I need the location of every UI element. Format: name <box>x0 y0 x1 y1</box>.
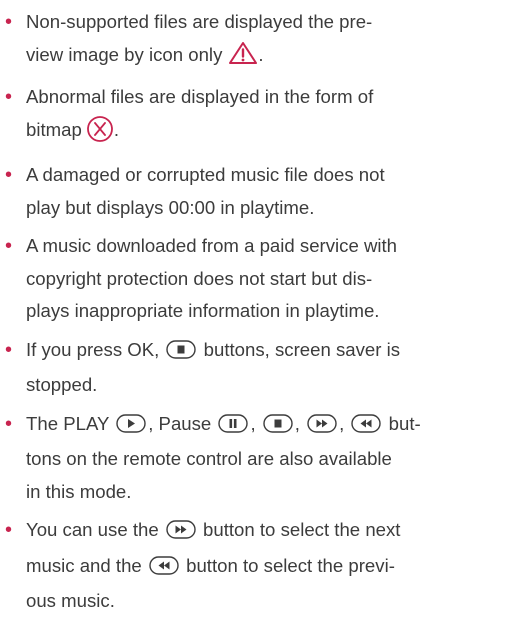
item-text: bitmap <box>26 118 82 140</box>
item-line: If you press OK, buttons, screen saver i… <box>26 334 509 370</box>
item-text: A damaged or corrupted music file does n… <box>26 164 385 185</box>
item-text: You can use the <box>26 519 159 540</box>
item-line: music and the button to select the previ… <box>26 550 509 586</box>
item-text: , <box>250 412 256 434</box>
notes-list: • Non-supported files are displayed the … <box>0 6 509 624</box>
stop-button-icon <box>263 411 293 444</box>
item-text: . <box>258 43 264 65</box>
item-text: , <box>294 412 300 434</box>
list-item: • A damaged or corrupted music file does… <box>0 159 509 224</box>
item-line: in this mode. <box>26 476 509 509</box>
pause-button-icon <box>218 411 249 444</box>
list-item: • The PLAY , Pause , , , but- tons on th… <box>0 408 509 509</box>
warning-triangle-icon <box>228 41 258 76</box>
list-item: • Abnormal files are displayed in the fo… <box>0 81 509 153</box>
bullet: • <box>5 338 13 361</box>
item-text: Non-supported files are displayed the pr… <box>26 11 373 32</box>
bullet: • <box>5 11 13 33</box>
item-text: , Pause <box>148 412 212 434</box>
item-text: view image by icon only <box>26 43 223 65</box>
list-item: • Non-supported files are displayed the … <box>0 6 509 75</box>
rewind-button-icon <box>351 411 382 444</box>
bullet: • <box>5 86 13 108</box>
rewind-button-icon <box>149 553 179 586</box>
item-text: music and the <box>26 554 142 576</box>
list-item: • If you press OK, buttons, screen saver… <box>0 334 509 402</box>
item-text: buttons, screen saver is <box>203 338 401 360</box>
item-line: view image by icon only. <box>26 39 509 76</box>
item-line: Non-supported files are displayed the pr… <box>26 6 509 39</box>
item-line: The PLAY , Pause , , , but- <box>26 408 509 444</box>
item-line: You can use the button to select the nex… <box>26 514 509 550</box>
bullet: • <box>5 519 13 541</box>
item-text: but- <box>388 412 421 434</box>
fast-forward-button-icon <box>307 411 337 444</box>
item-text: copyright protection does not start but … <box>26 267 373 289</box>
bullet: • <box>5 164 13 186</box>
item-line: plays inappropriate information in playt… <box>26 295 509 328</box>
item-text: plays inappropriate information in playt… <box>26 300 380 321</box>
item-text: A music downloaded from a paid service w… <box>26 235 398 256</box>
item-text: play but displays 00:00 in playtime. <box>26 196 315 218</box>
item-line: play but displays 00:00 in playtime. <box>26 192 509 225</box>
item-text: ous music. <box>26 590 115 611</box>
item-line: copyright protection does not start but … <box>26 263 509 296</box>
item-text: stopped. <box>26 374 98 395</box>
list-item: • A music downloaded from a paid service… <box>0 230 509 328</box>
item-text: , <box>339 412 345 434</box>
item-text: button to select the next <box>203 519 401 540</box>
bullet: • <box>5 235 13 257</box>
item-line: A damaged or corrupted music file does n… <box>26 159 509 192</box>
item-line: bitmap. <box>26 114 509 154</box>
fast-forward-button-icon <box>166 517 196 550</box>
list-item: • You can use the button to select the n… <box>0 514 509 618</box>
item-text: The PLAY <box>26 412 110 434</box>
item-text: button to select the previ- <box>186 554 395 576</box>
item-text: Abnormal files are displayed in the form… <box>26 86 374 107</box>
item-text: . <box>113 118 119 140</box>
item-line: A music downloaded from a paid service w… <box>26 230 509 263</box>
play-button-icon <box>116 411 146 444</box>
bullet: • <box>5 412 13 435</box>
item-text: If you press OK, <box>26 338 160 360</box>
item-line: stopped. <box>26 369 509 402</box>
item-text: in this mode. <box>26 480 132 502</box>
circled-x-icon <box>86 115 114 154</box>
item-line: Abnormal files are displayed in the form… <box>26 81 509 114</box>
item-line: ous music. <box>26 585 509 618</box>
stop-button-icon <box>166 337 197 370</box>
item-line: tons on the remote control are also avai… <box>26 443 509 476</box>
item-text: tons on the remote control are also avai… <box>26 448 392 469</box>
